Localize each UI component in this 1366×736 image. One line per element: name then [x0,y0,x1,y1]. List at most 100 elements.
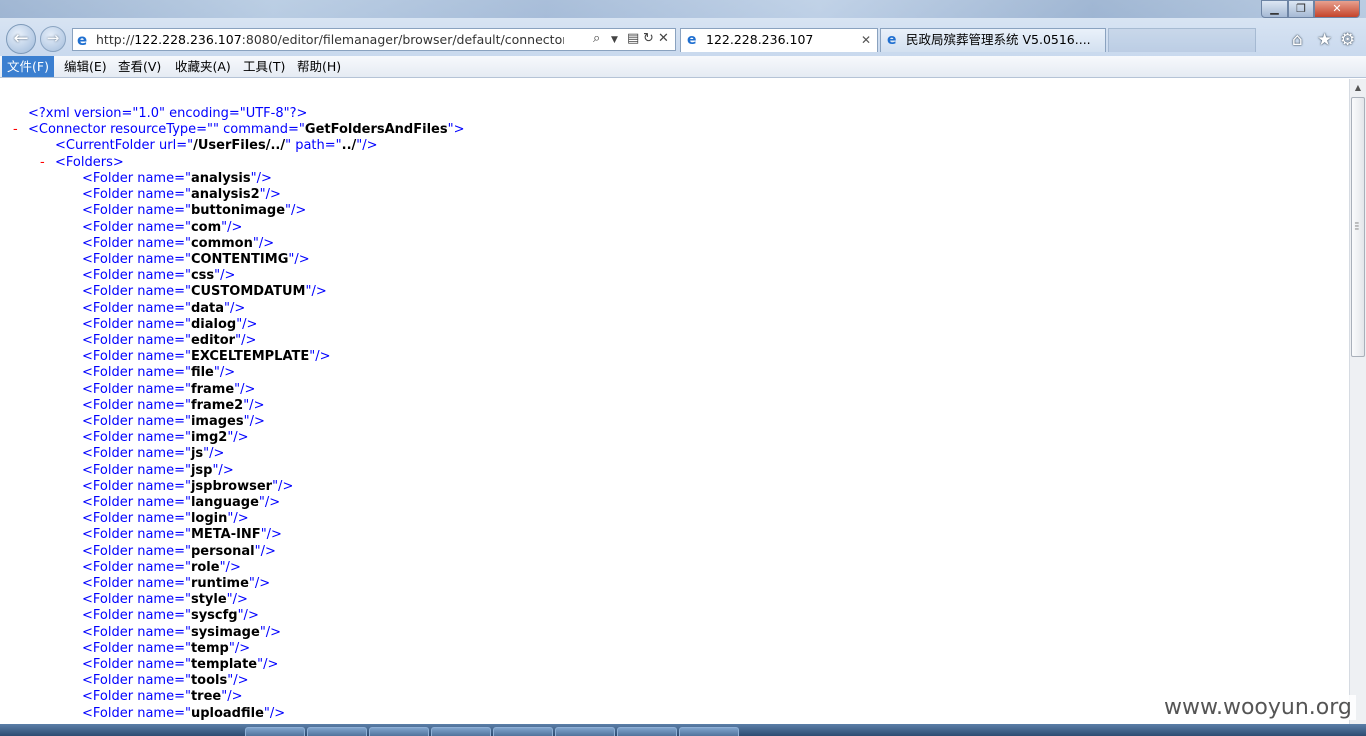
folder-element: <Folder name="META-INF"/> [82,527,282,543]
folder-tag-open: <Folder name=" [82,446,191,462]
collapse-toggle[interactable]: - [13,122,18,138]
folder-tag-close: "/> [309,349,331,365]
folder-name: js [190,446,204,462]
folder-tag-open: <Folder name=" [82,414,191,429]
folder-element: <Folder name="data"/> [82,301,245,317]
refresh-icon[interactable]: ↻ [643,31,654,46]
menu-tools[interactable]: 工具(T) [238,56,290,77]
vertical-scrollbar[interactable]: ▲ ━ ━ ━ [1349,79,1366,724]
compatibility-view-icon[interactable]: ▤ [627,31,639,46]
folder-tag-open: <Folder name=" [82,397,191,413]
folder-element: <Folder name="jspbrowser"/> [82,479,293,495]
folder-element: <Folder name="analysis2"/> [82,187,281,203]
menu-favorites[interactable]: 收藏夹(A) [170,56,236,77]
menu-view[interactable]: 查看(V) [113,56,166,77]
home-icon[interactable]: ⌂ [1292,30,1303,50]
url-path: :8080/editor/filemanager/browser/default… [241,32,564,47]
minimize-button[interactable]: ▁ [1261,0,1288,18]
dropdown-icon[interactable]: ▼ [611,35,618,45]
forward-button[interactable]: → [40,26,66,52]
folder-tag-close: "/> [257,657,279,672]
xml-viewer: <?xml version="1.0" encoding="UTF-8"?> -… [0,79,1349,724]
folder-tag-close: "/> [221,689,243,705]
address-url[interactable]: http://122.228.236.107:8080/editor/filem… [96,32,564,47]
folder-tag-open: <Folder name=" [82,171,191,186]
gear-icon[interactable]: ⚙ [1340,30,1355,50]
folder-tag-close: "/> [219,559,241,575]
taskbar-button[interactable] [679,727,739,736]
grip-icon: ━ ━ ━ [1355,220,1359,233]
folder-name: editor [190,333,236,348]
folder-element: <Folder name="login"/> [82,511,249,527]
folder-tag-close: "/> [243,414,265,429]
stop-icon[interactable]: ✕ [658,31,669,46]
folder-name: personal [190,543,255,559]
taskbar-button[interactable] [369,727,429,736]
folder-tag-close: "/> [227,511,249,527]
tab-close-button[interactable]: ✕ [861,29,871,51]
url-prefix: http:// [96,32,135,47]
folder-element: <Folder name="images"/> [82,414,265,430]
folder-name: dialog [190,316,237,332]
folder-element: <Folder name="CUSTOMDATUM"/> [82,284,327,300]
tab-2[interactable]: e 民政局殡葬管理系统 V5.0516.... [880,28,1106,52]
star-icon[interactable]: ★ [1317,30,1332,50]
folder-tag-close: "/> [236,316,258,332]
folder-tag-close: "/> [250,171,272,186]
current-folder-close: "/> [356,138,378,153]
menu-help[interactable]: 帮助(H) [292,56,346,77]
folder-tag-open: <Folder name=" [82,300,191,316]
folder-tag-open: <Folder name=" [82,187,191,203]
menu-edit[interactable]: 编辑(E) [59,56,112,77]
scroll-up-arrow-icon[interactable]: ▲ [1350,79,1366,96]
close-window-button[interactable]: ✕ [1314,0,1360,18]
maximize-button[interactable]: ❐ [1288,0,1314,18]
folder-tag-close: "/> [288,252,310,267]
folder-name: tools [190,673,228,689]
folder-tag-close: "/> [214,268,236,284]
search-icon[interactable]: ⌕ [593,31,600,46]
address-bar[interactable]: e http://122.228.236.107:8080/editor/fil… [72,28,676,51]
folder-tag-close: "/> [243,397,265,413]
taskbar-button[interactable] [431,727,491,736]
folder-name: CONTENTIMG [190,252,289,267]
folder-element: <Folder name="sysimage"/> [82,625,281,641]
folder-name: syscfg [190,608,238,624]
folder-tag-open: <Folder name=" [82,592,191,608]
taskbar-button[interactable] [245,727,305,736]
folder-tag-open: <Folder name=" [82,657,191,672]
folder-name: buttonimage [190,203,286,219]
taskbar-button[interactable] [617,727,677,736]
taskbar-button[interactable] [307,727,367,736]
current-folder-mid: " path=" [285,138,342,153]
folder-name: style [190,592,227,608]
folder-tag-open: <Folder name=" [82,219,191,235]
back-button[interactable]: ← [6,24,36,54]
scroll-thumb[interactable]: ━ ━ ━ [1351,97,1365,357]
connector-element: <Connector resourceType="" command="GetF… [28,122,464,138]
folder-element: <Folder name="runtime"/> [82,576,270,592]
new-tab[interactable] [1108,28,1256,52]
folder-tag-close: "/> [305,284,327,300]
folder-tag-close: "/> [234,381,256,397]
folder-name: role [190,559,220,575]
folder-element: <Folder name="role"/> [82,560,241,576]
collapse-toggle[interactable]: - [40,155,45,171]
folder-element: <Folder name="EXCELTEMPLATE"/> [82,349,331,365]
taskbar-button[interactable] [555,727,615,736]
internet-explorer-icon: e [887,32,897,48]
folder-name: tree [190,689,222,705]
folder-tag-open: <Folder name=" [82,624,191,640]
folder-tag-open: <Folder name=" [82,381,191,397]
folder-name: EXCELTEMPLATE [190,349,310,365]
folder-tag-close: "/> [248,576,271,591]
tab-active[interactable]: e 122.228.236.107 ✕ [680,28,878,52]
folder-name: language [190,495,259,510]
taskbar-button[interactable] [493,727,553,736]
internet-explorer-icon: e [77,31,88,49]
menu-file[interactable]: 文件(F) [2,56,54,77]
folder-element: <Folder name="temp"/> [82,641,250,657]
folders-element: <Folders> [55,155,124,170]
folder-element: <Folder name="style"/> [82,592,248,608]
folder-tag-close: "/> [258,495,281,510]
